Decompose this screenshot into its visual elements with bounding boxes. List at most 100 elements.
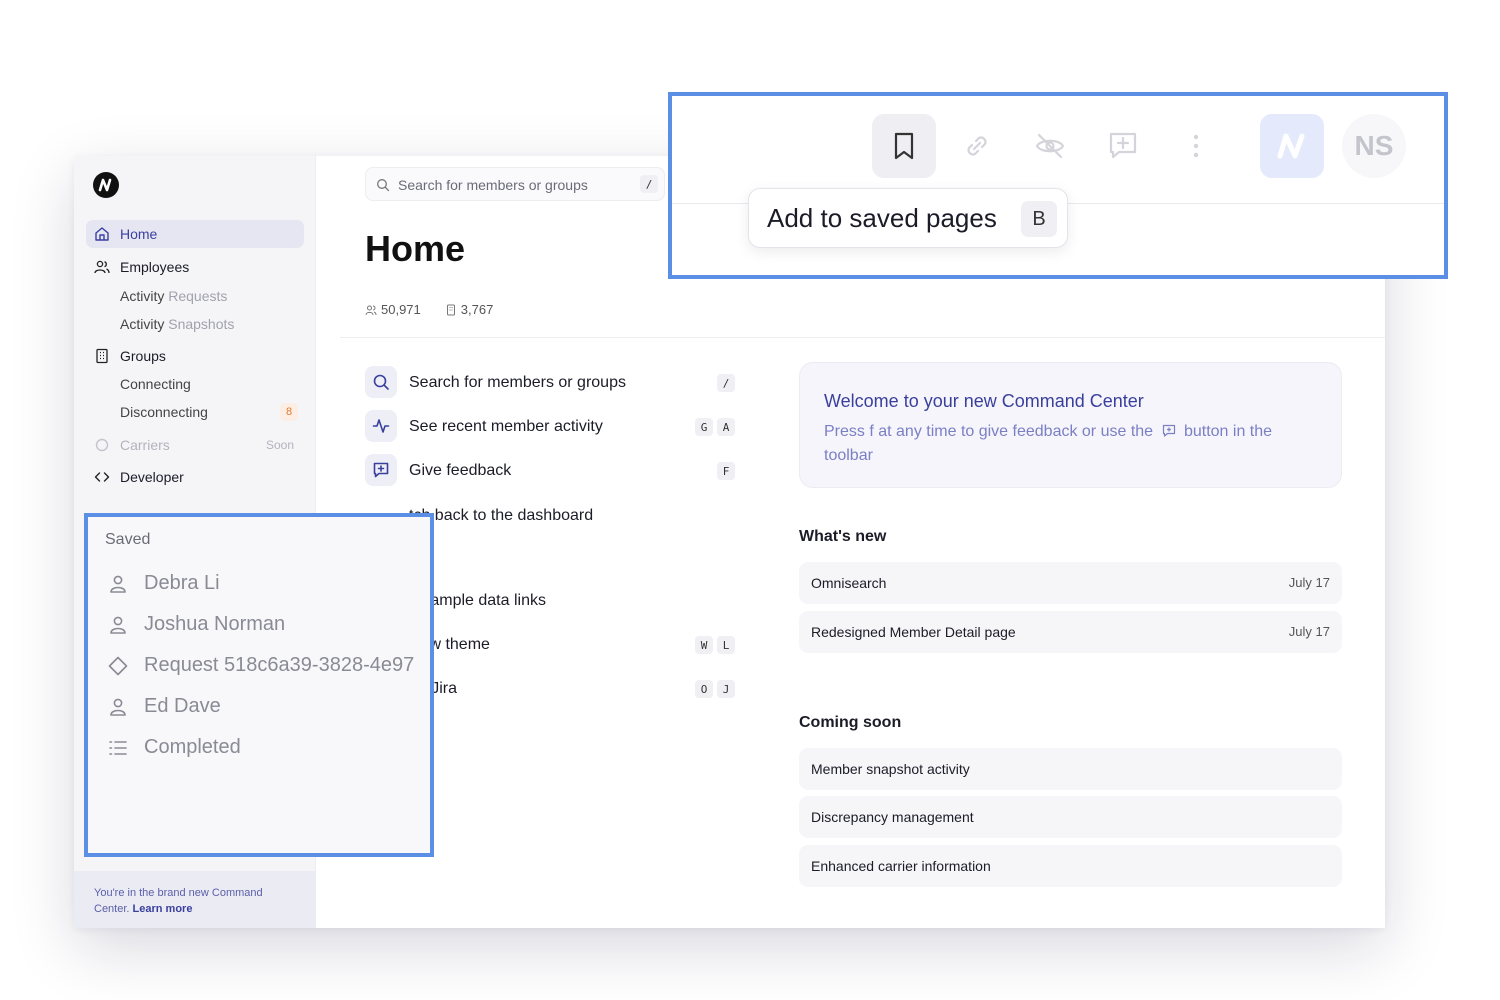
avatar[interactable]: NS (1342, 114, 1406, 178)
action-label: Give feedback (409, 462, 512, 479)
more-vertical-icon (1193, 134, 1199, 158)
welcome-title: Welcome to your new Command Center (824, 391, 1144, 411)
building-icon (96, 348, 108, 364)
whats-new-title: What's new (799, 528, 887, 545)
bookmark-icon (894, 132, 914, 160)
search-icon (373, 374, 389, 390)
welcome-card: Welcome to your new Command Center Press… (799, 362, 1342, 488)
key: O (695, 680, 713, 698)
person-icon (110, 698, 126, 716)
sidebar-item-carriers: Carriers Soon (86, 431, 304, 459)
feedback-icon (1162, 424, 1175, 437)
saved-item-label: Request 518c6a39-3828-4e97 (144, 654, 415, 676)
key: / (717, 374, 735, 392)
saved-item[interactable]: Request 518c6a39-3828-4e97 (105, 651, 430, 681)
key: A (717, 418, 735, 436)
sidebar-subitem-connecting[interactable]: Connecting (120, 376, 191, 392)
feedback-icon (373, 462, 389, 478)
subitem-label-prefix: Activity (120, 316, 165, 332)
link-icon (967, 136, 987, 156)
key: L (717, 636, 735, 654)
coming-soon-title: Coming soon (799, 714, 902, 731)
whats-new-item[interactable]: Omnisearch July 17 (799, 562, 1342, 604)
sidebar-item-developer[interactable]: Developer (86, 463, 304, 491)
action-label: Search for members or groups (409, 374, 626, 391)
person-icon (110, 616, 126, 634)
saved-item-label: Ed Dave (144, 695, 221, 717)
coming-soon-item: Member snapshot activity (799, 748, 1342, 790)
action-label: See recent member activity (409, 418, 603, 435)
search-shortcut: / (640, 175, 658, 193)
saved-item-label: Debra Li (144, 572, 220, 594)
app-switcher-button[interactable] (1260, 114, 1324, 178)
members-count: 50,971 (365, 302, 421, 317)
saved-item[interactable]: Ed Dave (105, 692, 430, 722)
feedback-icon (1109, 132, 1137, 159)
hide-button[interactable] (1018, 114, 1082, 178)
stat-value: 3,767 (460, 302, 494, 317)
welcome-body: Press f at any time to give feedback or … (824, 420, 1317, 468)
saved-item[interactable]: Joshua Norman (105, 610, 430, 640)
learn-more-link[interactable]: Learn more (133, 903, 193, 915)
search-input[interactable]: Search for members or groups / (365, 167, 665, 201)
item-label: Omnisearch (811, 575, 887, 591)
more-button[interactable] (1164, 114, 1228, 178)
action-icon-box (365, 454, 397, 486)
saved-zoom-callout: Saved Debra Li Joshua Norman Request 518… (84, 513, 434, 857)
saved-title: Saved (105, 531, 151, 548)
sidebar-item-home[interactable]: Home (86, 220, 304, 248)
command-center-logo (1277, 133, 1305, 159)
sidebar-subitem-activity-snapshots[interactable]: Activity Snapshots (120, 316, 234, 332)
key: F (717, 462, 735, 480)
sidebar-subitem-disconnecting[interactable]: Disconnecting 8 (86, 398, 304, 426)
bookmark-button[interactable] (872, 114, 936, 178)
welcome-body-text: Press f at any time to give feedback or … (824, 423, 1154, 440)
action-shortcut: GA (695, 418, 735, 436)
toolbar-zoom-callout: NS Add to saved pages B (668, 92, 1448, 279)
key: W (695, 636, 713, 654)
action-label: tch back to the dashboard (409, 507, 594, 524)
action-icon-box (365, 410, 397, 442)
action-feedback[interactable]: Give feedback F (365, 454, 735, 488)
item-date: July 17 (1288, 624, 1330, 639)
groups-count: 3,767 (445, 302, 494, 317)
tooltip-shortcut: B (1021, 201, 1057, 237)
saved-item[interactable]: Debra Li (105, 569, 430, 599)
page-title: Home (365, 228, 466, 269)
item-label: Redesigned Member Detail page (811, 624, 1016, 640)
copy-link-button[interactable] (945, 114, 1009, 178)
sidebar-item-label: Disconnecting (120, 404, 208, 420)
circle-icon (95, 438, 109, 452)
saved-item-label: Completed (144, 736, 241, 758)
sidebar-item-label: Developer (120, 469, 184, 485)
building-icon (446, 304, 455, 315)
key: G (695, 418, 713, 436)
action-recent-activity[interactable]: See recent member activity GA (365, 410, 735, 444)
item-label: Member snapshot activity (811, 761, 970, 777)
action-search[interactable]: Search for members or groups / (365, 366, 735, 400)
coming-soon-item: Discrepancy management (799, 796, 1342, 838)
sidebar-item-label: Carriers (120, 437, 170, 453)
saved-item-label: Joshua Norman (144, 613, 286, 635)
action-shortcut: F (717, 462, 735, 480)
people-icon (365, 305, 377, 315)
sidebar-item-groups[interactable]: Groups (86, 342, 304, 370)
search-icon (377, 179, 390, 192)
activity-icon (372, 419, 390, 433)
whats-new-item[interactable]: Redesigned Member Detail page July 17 (799, 611, 1342, 653)
feedback-button[interactable] (1091, 114, 1155, 178)
subitem-label-suffix: Snapshots (164, 316, 235, 332)
sidebar-item-label: Employees (120, 259, 190, 275)
command-center-logo[interactable] (93, 172, 119, 198)
sidebar-subitem-activity-requests[interactable]: Activity Requests (120, 288, 227, 304)
stat-value: 50,971 (381, 302, 421, 317)
coming-soon-item: Enhanced carrier information (799, 845, 1342, 887)
subitem-label-suffix: Requests (164, 288, 228, 304)
saved-item[interactable]: Completed (105, 733, 430, 763)
soon-tag: Soon (265, 438, 294, 452)
subitem-label-prefix: Activity (120, 288, 165, 304)
count-badge: 8 (280, 403, 298, 421)
sidebar-item-label: Groups (120, 348, 166, 364)
sidebar-item-employees[interactable]: Employees (86, 253, 304, 281)
key: J (717, 680, 735, 698)
